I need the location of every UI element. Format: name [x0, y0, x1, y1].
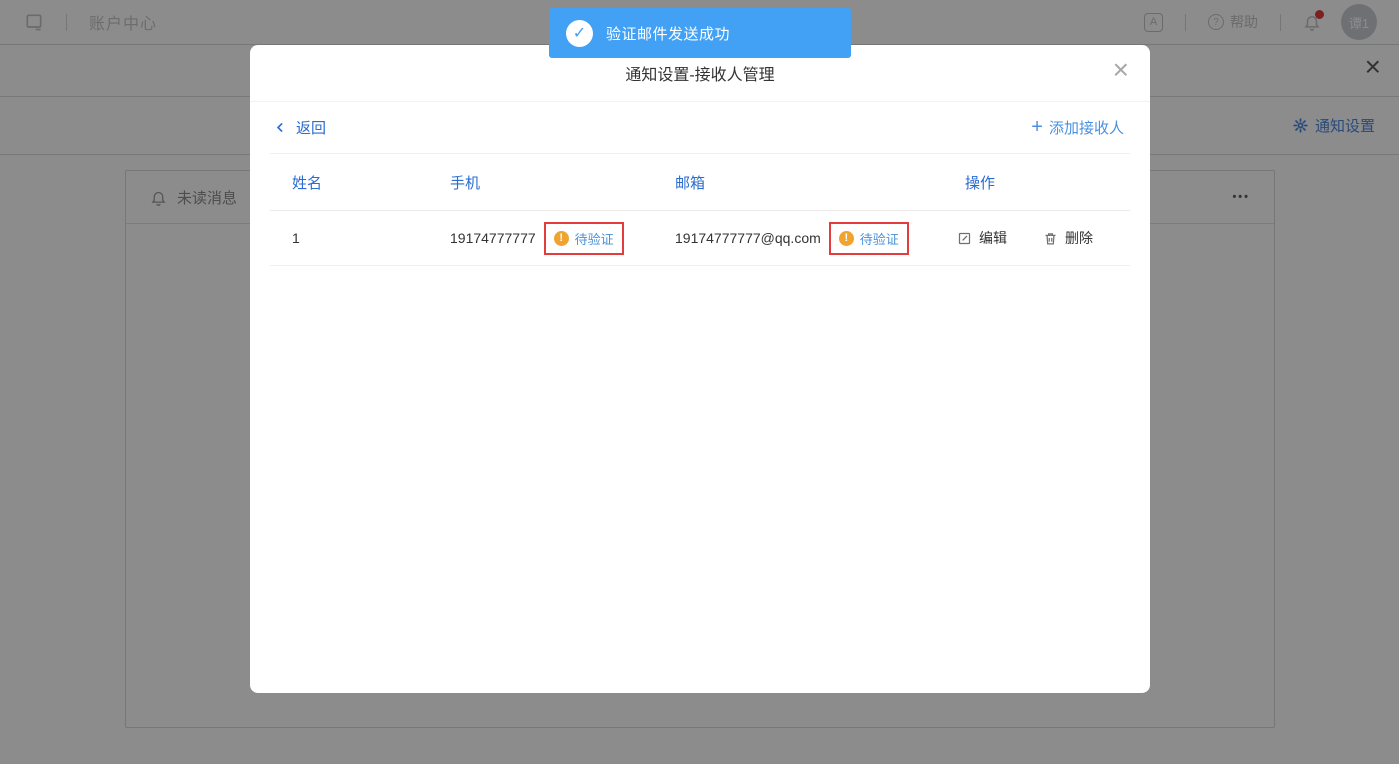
modal-toolbar: 返回 + 添加接收人: [270, 102, 1130, 154]
modal-title: 通知设置-接收人管理: [625, 61, 774, 85]
plus-icon: +: [1031, 117, 1043, 137]
phone-pending-badge: ! 待验证: [544, 222, 624, 255]
success-check-icon: ✓: [566, 20, 593, 47]
header-name: 姓名: [270, 172, 428, 193]
recipient-email: 19174777777@qq.com: [675, 230, 821, 246]
trash-icon: [1043, 231, 1058, 246]
close-icon[interactable]: ×: [1113, 56, 1129, 84]
header-phone: 手机: [428, 172, 653, 193]
recipient-management-modal: 通知设置-接收人管理 × 返回 + 添加接收人: [250, 45, 1150, 693]
edit-icon: [957, 231, 972, 246]
back-button[interactable]: 返回: [274, 117, 326, 138]
email-status-label[interactable]: 待验证: [860, 229, 899, 248]
email-pending-badge: ! 待验证: [829, 222, 909, 255]
recipient-name: 1: [270, 230, 428, 246]
screen: 账户中心 A ? 帮助 谭1 ×: [0, 0, 1399, 764]
chevron-left-icon: [274, 121, 287, 134]
modal-body: 返回 + 添加接收人 姓名 手机 邮箱 操作 1 19174777777: [250, 102, 1150, 266]
recipient-phone: 19174777777: [450, 230, 536, 246]
back-label: 返回: [296, 117, 326, 138]
success-toast: ✓ 验证邮件发送成功: [549, 8, 851, 58]
add-recipient-button[interactable]: + 添加接收人: [1031, 117, 1124, 138]
add-recipient-label: 添加接收人: [1049, 117, 1124, 138]
toast-message: 验证邮件发送成功: [606, 23, 730, 44]
phone-status-label[interactable]: 待验证: [575, 229, 614, 248]
edit-button[interactable]: 编辑: [957, 228, 1007, 248]
recipient-actions-cell: 编辑 删除: [943, 228, 1130, 248]
recipient-phone-cell: 19174777777 ! 待验证: [428, 222, 653, 255]
header-actions: 操作: [943, 172, 1130, 193]
header-email: 邮箱: [653, 172, 943, 193]
table-header-row: 姓名 手机 邮箱 操作: [270, 154, 1130, 211]
recipient-email-cell: 19174777777@qq.com ! 待验证: [653, 222, 943, 255]
warning-icon: !: [839, 231, 854, 246]
warning-icon: !: [554, 231, 569, 246]
delete-label: 删除: [1065, 228, 1093, 248]
table-row: 1 19174777777 ! 待验证 19174777777@qq.com !…: [270, 211, 1130, 266]
delete-button[interactable]: 删除: [1043, 228, 1093, 248]
edit-label: 编辑: [979, 228, 1007, 248]
recipient-table: 姓名 手机 邮箱 操作 1 19174777777 ! 待验证: [270, 154, 1130, 266]
